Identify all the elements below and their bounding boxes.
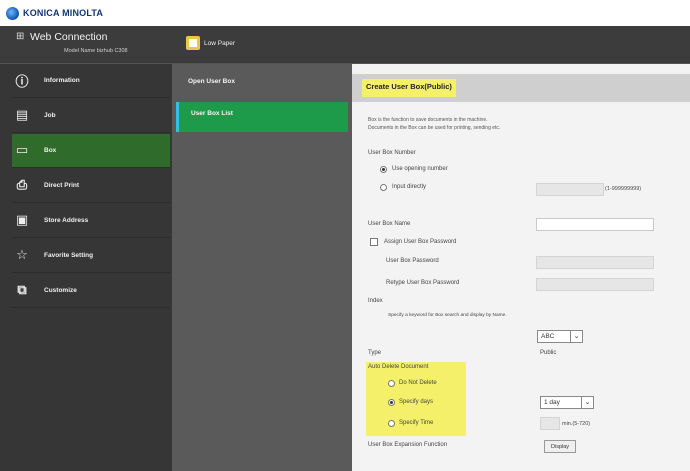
retype-password-label: Retype User Box Password [386, 280, 460, 286]
sidebar-item-direct-print[interactable]: ⎙ Direct Print [12, 169, 170, 203]
customize-icon: ⧉ [17, 283, 27, 298]
box-name-label: User Box Name [368, 221, 411, 227]
box-name-input[interactable] [536, 218, 654, 231]
days-select-value: 1 day [544, 399, 560, 406]
password-input[interactable] [536, 256, 654, 269]
app-title: ⊞ Web Connection [16, 31, 108, 43]
sidebar-item-label: Direct Print [44, 182, 80, 189]
sidebar-item-label: Customize [44, 287, 77, 294]
sidebar-item-label: Box [44, 147, 57, 154]
retype-password-input[interactable] [536, 278, 654, 291]
chevron-down-icon: ⌄ [570, 331, 582, 342]
index-hint: Specify a keyword for Box search and dis… [388, 313, 507, 318]
alert-text: Low Paper [204, 39, 236, 47]
index-select-value: ABC [541, 333, 555, 340]
address-icon: ▣ [15, 213, 29, 228]
page: KONICA MINOLTA ⊞ Web Connection Model Na… [0, 0, 690, 471]
brand-name: KONICA MINOLTA [23, 8, 104, 18]
use-opening-number-label: Use opening number [392, 166, 448, 172]
time-unit: min.(5-720) [562, 421, 591, 427]
assign-password-label: Assign User Box Password [384, 239, 457, 245]
time-input[interactable] [540, 417, 560, 430]
sidebar-item-box[interactable]: ▭ Box [12, 134, 170, 168]
low-paper-icon [186, 36, 200, 50]
sidebar-item-label: Favorite Setting [44, 252, 94, 259]
sidebar-item-favorite-setting[interactable]: ☆ Favorite Setting [12, 239, 170, 273]
status-alert[interactable]: Low Paper [186, 36, 235, 50]
brand-bar: KONICA MINOLTA [0, 0, 690, 26]
input-directly-radio[interactable] [380, 184, 387, 191]
submenu-user-box-list[interactable]: User Box List [176, 102, 348, 132]
auto-delete-label: Auto Delete Document [368, 364, 429, 370]
type-label: Type [368, 350, 382, 356]
password-label: User Box Password [386, 258, 439, 264]
job-icon: ▤ [15, 108, 29, 123]
type-value: Public [540, 350, 557, 356]
specify-days-label: Specify days [399, 399, 434, 405]
days-select[interactable]: 1 day ⌄ [540, 396, 594, 409]
page-title: Create User Box(Public) [362, 79, 456, 97]
specify-time-radio[interactable] [388, 420, 395, 427]
display-button[interactable]: Display [544, 440, 577, 453]
sidebar-item-label: Information [44, 77, 80, 84]
sidebar-item-customize[interactable]: ⧉ Customize [12, 274, 170, 308]
sidebar-item-information[interactable]: ⓘ Information [12, 64, 170, 98]
sidebar-item-store-address[interactable]: ▣ Store Address [12, 204, 170, 238]
expansion-label: User Box Expansion Function [368, 442, 448, 448]
input-directly-label: Input directly [392, 184, 427, 190]
box-number-input[interactable] [536, 183, 604, 196]
app-header: ⊞ Web Connection Model Name bizhub C308 … [0, 26, 690, 64]
web-connection-icon: ⊞ [16, 31, 25, 42]
sidebar-item-label: Job [44, 112, 56, 119]
specify-time-label: Specify Time [399, 420, 434, 426]
do-not-delete-radio[interactable] [388, 380, 395, 387]
use-opening-number-radio[interactable] [380, 166, 387, 173]
model-name: Model Name bizhub C308 [64, 48, 128, 54]
submenu-open-user-box[interactable]: Open User Box [176, 70, 348, 100]
star-icon: ☆ [16, 248, 28, 263]
konica-logo-icon [6, 6, 19, 20]
sidebar-item-job[interactable]: ▤ Job [12, 99, 170, 133]
box-number-range: (1-999999999) [605, 186, 642, 192]
description-line-1: Box is the function to save documents in… [368, 117, 488, 123]
index-select[interactable]: ABC ⌄ [537, 330, 583, 343]
chevron-down-icon: ⌄ [581, 397, 593, 408]
print-icon: ⎙ [16, 178, 28, 193]
sidebar-item-label: Store Address [44, 217, 89, 224]
do-not-delete-label: Do Not Delete [399, 380, 437, 386]
box-number-label: User Box Number [368, 150, 416, 156]
specify-days-radio[interactable] [388, 399, 395, 406]
app-title-text: Web Connection [30, 31, 108, 43]
box-icon: ▭ [15, 143, 29, 158]
info-icon: ⓘ [15, 75, 29, 90]
assign-password-checkbox[interactable] [370, 238, 378, 246]
description-line-2: Documents in the Box can be used for pri… [368, 125, 501, 131]
index-label: Index [368, 298, 383, 304]
